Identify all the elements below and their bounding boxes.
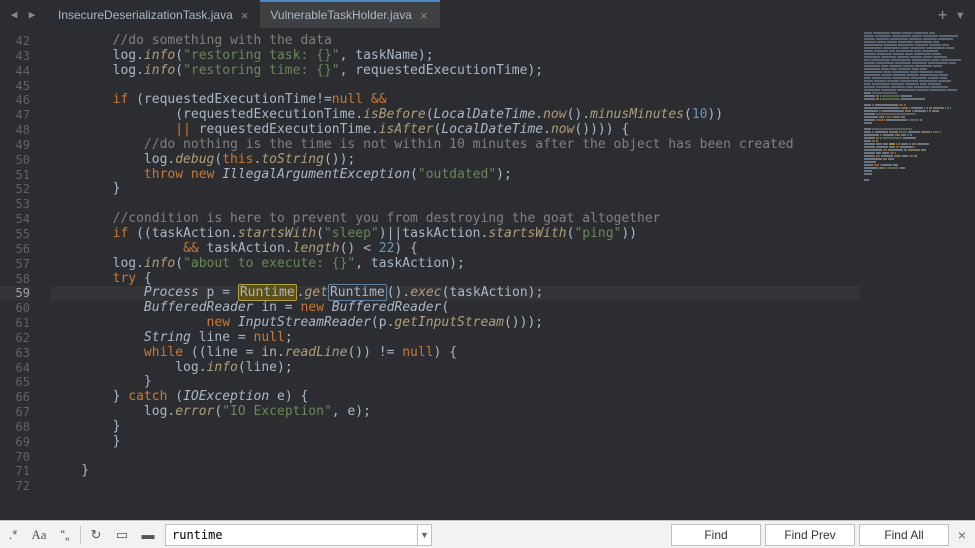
editor-tabs: InsecureDeserializationTask.java×Vulnera… <box>48 0 938 28</box>
tab-label: VulnerableTaskHolder.java <box>270 8 412 22</box>
search-input[interactable] <box>165 524 418 546</box>
code-line: //do nothing is the time is not within 1… <box>50 138 860 153</box>
line-number: 54 <box>0 212 30 227</box>
in-selection-toggle-icon[interactable]: ▭ <box>109 524 135 546</box>
line-number: 71 <box>0 464 30 479</box>
close-tab-icon[interactable]: × <box>418 8 430 23</box>
line-number: 56 <box>0 242 30 257</box>
line-number: 58 <box>0 272 30 287</box>
line-number: 62 <box>0 331 30 346</box>
word-toggle-icon[interactable]: “„ <box>52 524 78 546</box>
search-options: .* Aa “„ ↻ ▭ ▬ <box>0 524 161 546</box>
titlebar-right-controls: + ▾ <box>938 5 969 24</box>
code-line: (requestedExecutionTime.isBefore(LocalDa… <box>50 108 860 123</box>
line-number: 57 <box>0 257 30 272</box>
line-number: 51 <box>0 168 30 183</box>
highlight-toggle-icon[interactable]: ▬ <box>135 524 161 546</box>
code-line: } <box>50 375 860 390</box>
code-line: //do something with the data <box>50 34 860 49</box>
line-number: 63 <box>0 346 30 361</box>
code-line <box>50 450 860 465</box>
line-number: 66 <box>0 390 30 405</box>
line-number: 46 <box>0 93 30 108</box>
code-line: } <box>50 435 860 450</box>
line-number: 42 <box>0 34 30 49</box>
nav-forward-icon[interactable]: ▶ <box>24 6 40 22</box>
line-number: 52 <box>0 182 30 197</box>
title-bar: ◀ ▶ InsecureDeserializationTask.java×Vul… <box>0 0 975 28</box>
search-history-dropdown-icon[interactable]: ▼ <box>418 524 432 546</box>
code-line: log.info(line); <box>50 361 860 376</box>
wrap-toggle-icon[interactable]: ↻ <box>83 524 109 546</box>
minimap[interactable] <box>860 28 975 520</box>
line-number: 48 <box>0 123 30 138</box>
case-toggle-icon[interactable]: Aa <box>26 524 52 546</box>
line-number: 61 <box>0 316 30 331</box>
line-number: 47 <box>0 108 30 123</box>
line-number: 50 <box>0 153 30 168</box>
tab-label: InsecureDeserializationTask.java <box>58 8 233 22</box>
line-number: 65 <box>0 375 30 390</box>
code-line: throw new IllegalArgumentException("outd… <box>50 168 860 183</box>
close-search-icon[interactable]: × <box>953 527 971 543</box>
code-line <box>50 79 860 94</box>
code-area[interactable]: //do something with the data log.info("r… <box>40 28 860 520</box>
tabs-menu-icon[interactable]: ▾ <box>955 5 965 24</box>
nav-back-icon[interactable]: ◀ <box>6 6 22 22</box>
code-line: Process p = Runtime.getRuntime().exec(ta… <box>50 286 860 301</box>
search-bar: .* Aa “„ ↻ ▭ ▬ ▼ Find Find Prev Find All… <box>0 520 975 548</box>
editor-tab[interactable]: InsecureDeserializationTask.java × <box>48 0 260 28</box>
code-line: } <box>50 420 860 435</box>
editor-tab[interactable]: VulnerableTaskHolder.java × <box>260 0 439 28</box>
find-button[interactable]: Find <box>671 524 761 546</box>
close-tab-icon[interactable]: × <box>239 8 251 23</box>
code-line: new InputStreamReader(p.getInputStream()… <box>50 316 860 331</box>
line-number: 43 <box>0 49 30 64</box>
code-line: BufferedReader in = new BufferedReader( <box>50 301 860 316</box>
code-line: && taskAction.length() < 22) { <box>50 242 860 257</box>
line-number: 59 <box>0 286 30 301</box>
line-gutter: 4243444546474849505152535455565758596061… <box>0 28 40 520</box>
find-prev-button[interactable]: Find Prev <box>765 524 855 546</box>
code-line: log.info("restoring task: {}", taskName)… <box>50 49 860 64</box>
code-line: if ((taskAction.startsWith("sleep")||tas… <box>50 227 860 242</box>
code-line: while ((line = in.readLine()) != null) { <box>50 346 860 361</box>
separator <box>80 526 81 544</box>
code-line: log.info("about to execute: {}", taskAct… <box>50 257 860 272</box>
code-line: log.debug(this.toString()); <box>50 153 860 168</box>
find-all-button[interactable]: Find All <box>859 524 949 546</box>
line-number: 55 <box>0 227 30 242</box>
code-line: if (requestedExecutionTime!=null && <box>50 93 860 108</box>
code-line: } catch (IOException e) { <box>50 390 860 405</box>
line-number: 69 <box>0 435 30 450</box>
code-line: } <box>50 464 860 479</box>
regex-toggle-icon[interactable]: .* <box>0 524 26 546</box>
code-line <box>50 197 860 212</box>
nav-arrows: ◀ ▶ <box>6 6 40 22</box>
line-number: 44 <box>0 64 30 79</box>
line-number: 72 <box>0 479 30 494</box>
code-line: || requestedExecutionTime.isAfter(LocalD… <box>50 123 860 138</box>
line-number: 68 <box>0 420 30 435</box>
add-tab-icon[interactable]: + <box>938 5 948 24</box>
editor: 4243444546474849505152535455565758596061… <box>0 28 975 520</box>
line-number: 70 <box>0 450 30 465</box>
line-number: 49 <box>0 138 30 153</box>
code-line <box>50 479 860 494</box>
code-line: log.error("IO Exception", e); <box>50 405 860 420</box>
line-number: 45 <box>0 79 30 94</box>
line-number: 60 <box>0 301 30 316</box>
code-line: //condition is here to prevent you from … <box>50 212 860 227</box>
line-number: 53 <box>0 197 30 212</box>
line-number: 64 <box>0 361 30 376</box>
code-line: String line = null; <box>50 331 860 346</box>
line-number: 67 <box>0 405 30 420</box>
code-line: log.info("restoring time: {}", requested… <box>50 64 860 79</box>
code-line: } <box>50 182 860 197</box>
